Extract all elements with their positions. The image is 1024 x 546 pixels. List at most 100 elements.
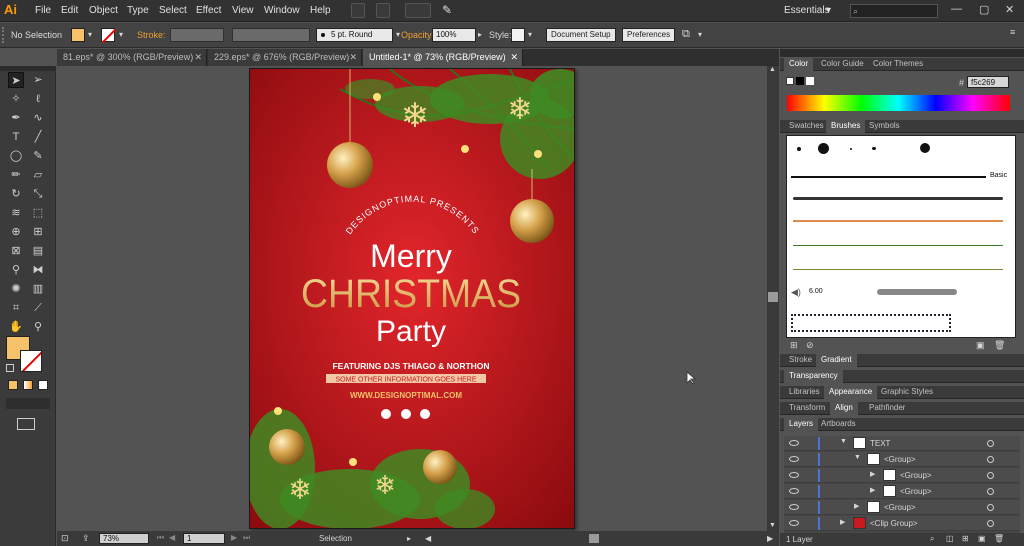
pattern-brush-stroke[interactable] [791, 314, 951, 332]
new-layer-icon[interactable]: ▣ [978, 534, 986, 543]
layer-name[interactable]: <Group> [900, 487, 932, 496]
slice-tool-icon[interactable]: ⟋ [30, 300, 46, 316]
brush-dot-icon[interactable] [920, 143, 930, 153]
new-sublayer-icon[interactable]: ⊞ [962, 534, 969, 543]
brush-libraries-icon[interactable]: ⊞ [790, 340, 798, 351]
tab-pathfinder[interactable]: Pathfinder [864, 402, 910, 415]
opacity-arrow-icon[interactable]: ▸ [478, 30, 482, 39]
workspace-switcher[interactable]: Essentials [784, 5, 830, 16]
tab-appearance[interactable]: Appearance [824, 386, 878, 399]
toolbox-grip[interactable] [0, 66, 56, 71]
menu-type[interactable]: Type [127, 5, 149, 16]
last-artboard-icon[interactable]: ⏭ [243, 533, 250, 543]
delete-brush-icon[interactable]: 🗑 [994, 340, 1005, 351]
hex-input[interactable]: f5c269 [967, 76, 1009, 88]
visibility-eye-icon[interactable] [789, 520, 799, 526]
previous-artboard-icon[interactable]: ◀ [169, 533, 175, 542]
collapse-arrow-icon[interactable]: ▶ [854, 502, 859, 510]
shape-builder-tool-icon[interactable]: ⊕ [8, 224, 24, 240]
close-icon[interactable]: ✕ [194, 49, 202, 65]
selection-tool-icon[interactable]: ➤ [8, 72, 24, 88]
menu-view[interactable]: View [232, 5, 254, 16]
eyedropper-tool-icon[interactable]: ⚲ [8, 262, 24, 278]
menu-select[interactable]: Select [159, 5, 187, 16]
stroke-weight-field[interactable] [170, 28, 224, 42]
stock-icon[interactable] [376, 3, 390, 18]
delete-layer-icon[interactable]: 🗑 [994, 534, 1004, 543]
new-brush-icon[interactable]: ▣ [976, 340, 985, 351]
zoom-select[interactable]: 73% [99, 533, 149, 544]
tab-graphic-styles[interactable]: Graphic Styles [876, 386, 938, 399]
layer-row-group[interactable]: ▶ <Group> [784, 484, 1020, 499]
column-graph-tool-icon[interactable]: ▥ [30, 281, 46, 297]
opacity-field[interactable]: 100% [432, 28, 476, 42]
layer-name[interactable]: TEXT [870, 439, 890, 448]
menu-help[interactable]: Help [310, 5, 331, 16]
tab-swatches[interactable]: Swatches [784, 120, 829, 133]
tab-gradient[interactable]: Gradient [816, 354, 857, 367]
gradient-tool-icon[interactable]: ▤ [30, 243, 46, 259]
layer-row-group[interactable]: ▼ <Group> [784, 452, 1020, 467]
direct-selection-tool-icon[interactable]: ➢ [30, 72, 46, 88]
tab-81-eps[interactable]: 81.eps* @ 300% (RGB/Preview) ✕ [57, 49, 207, 66]
tab-align[interactable]: Align [830, 402, 858, 415]
color-none-icon[interactable] [786, 77, 794, 85]
document-setup-button[interactable]: Document Setup [546, 28, 616, 42]
close-button[interactable]: ✕ [1005, 3, 1014, 16]
brush-dot-icon[interactable] [818, 143, 829, 154]
layer-name[interactable]: <Clip Group> [870, 519, 918, 528]
maximize-button[interactable]: ▢ [979, 3, 989, 16]
brush-dot-icon[interactable] [872, 147, 876, 150]
first-artboard-icon[interactable]: ⏮ [157, 533, 164, 543]
layer-name[interactable]: <Group> [884, 503, 916, 512]
color-black-icon[interactable] [796, 77, 804, 85]
horizontal-scroll-thumb[interactable] [589, 534, 599, 543]
brush-dropdown-icon[interactable]: ▾ [396, 30, 400, 39]
layer-row-clip-group[interactable]: ▶ <Clip Group> [784, 516, 1020, 531]
fill-dropdown-icon[interactable]: ▾ [88, 30, 92, 39]
vertical-scroll-thumb[interactable] [768, 292, 778, 302]
panel-menu-icon[interactable]: ≡ [1010, 27, 1015, 37]
artboard-number-field[interactable]: 1 [183, 533, 225, 544]
tab-libraries[interactable]: Libraries [784, 386, 825, 399]
blend-tool-icon[interactable]: ⧓ [30, 262, 46, 278]
tab-229-eps[interactable]: 229.eps* @ 676% (RGB/Preview) ✕ [208, 49, 362, 66]
layer-name[interactable]: <Group> [900, 471, 932, 480]
lasso-tool-icon[interactable]: ℓ [30, 91, 46, 107]
layer-row-text[interactable]: ▼ TEXT [784, 436, 1020, 451]
color-white-icon[interactable] [806, 77, 814, 85]
magic-wand-tool-icon[interactable]: ✧ [8, 91, 24, 107]
vertical-scrollbar[interactable]: ▲ ▼ [767, 66, 779, 531]
layer-row-group[interactable]: ▶ <Group> [784, 468, 1020, 483]
menu-edit[interactable]: Edit [61, 5, 78, 16]
target-circle-icon[interactable] [987, 440, 994, 447]
mesh-tool-icon[interactable]: ⊠ [8, 243, 24, 259]
color-spectrum[interactable] [787, 95, 1010, 111]
expand-arrow-icon[interactable]: ▼ [840, 438, 847, 445]
target-circle-icon[interactable] [987, 456, 994, 463]
tab-transparency[interactable]: Transparency [784, 370, 843, 383]
perspective-grid-tool-icon[interactable]: ⊞ [30, 224, 46, 240]
arrange-documents-icon[interactable] [405, 3, 431, 18]
menu-effect[interactable]: Effect [196, 5, 221, 16]
style-dropdown-icon[interactable]: ▾ [528, 30, 532, 39]
default-colors-icon[interactable] [6, 364, 14, 372]
search-input[interactable]: ⌕ [850, 4, 938, 18]
symbol-sprayer-tool-icon[interactable]: ✺ [8, 281, 24, 297]
visibility-eye-icon[interactable] [789, 504, 799, 510]
ellipse-tool-icon[interactable]: ◯ [8, 148, 24, 164]
tab-stroke[interactable]: Stroke [784, 354, 817, 367]
panel-grip[interactable] [780, 49, 1024, 57]
target-circle-icon[interactable] [987, 520, 994, 527]
collapse-arrow-icon[interactable]: ▶ [870, 486, 875, 494]
bristle-brush-stroke[interactable] [877, 289, 957, 295]
tab-color-themes[interactable]: Color Themes [868, 58, 928, 71]
visibility-eye-icon[interactable] [789, 472, 799, 478]
gradient-mode-icon[interactable] [23, 380, 33, 390]
tab-untitled-1[interactable]: Untitled-1* @ 73% (RGB/Preview) ✕ [363, 49, 523, 66]
bridge-icon[interactable] [351, 3, 365, 18]
curvature-tool-icon[interactable]: ∿ [30, 110, 46, 126]
close-icon[interactable]: ✕ [510, 49, 518, 65]
tab-symbols[interactable]: Symbols [864, 120, 905, 133]
menu-object[interactable]: Object [89, 5, 118, 16]
